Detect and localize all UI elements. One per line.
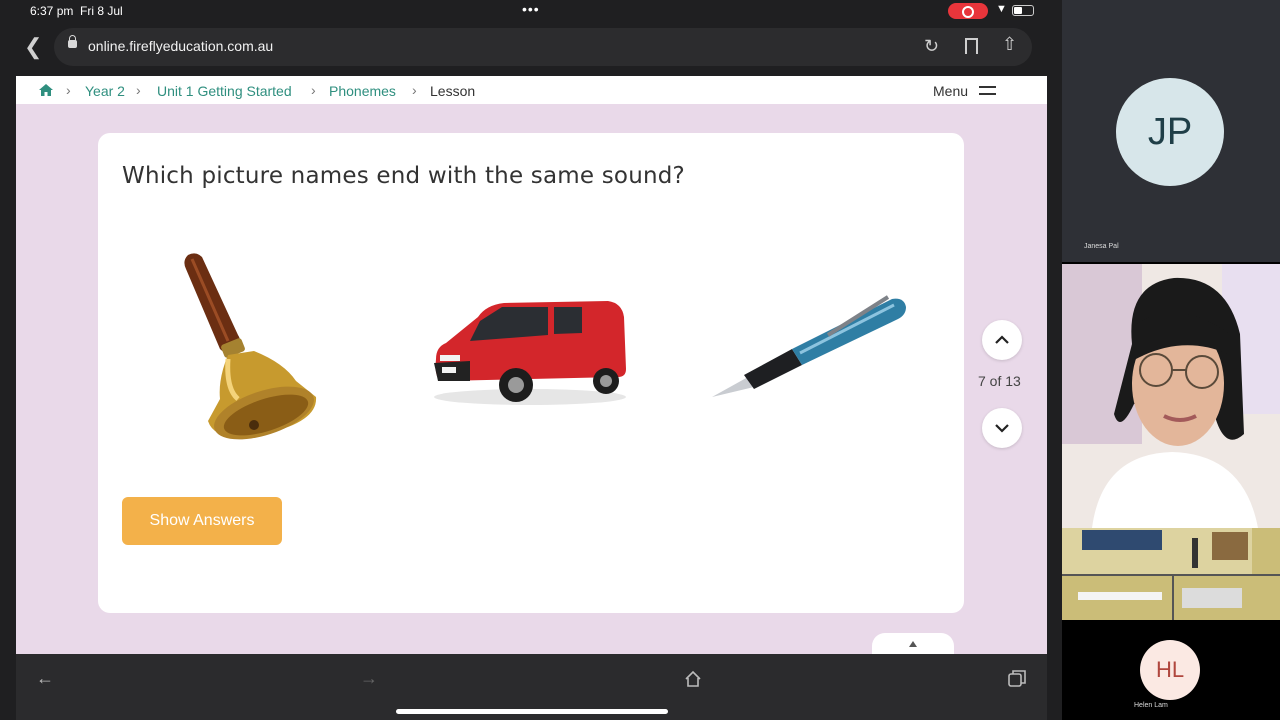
url-text[interactable]: online.fireflyeducation.com.au (88, 38, 273, 54)
participant-camera-tile[interactable] (1062, 264, 1280, 528)
video-call-panel: JP Janesa Pal HL Helen Lam (1062, 0, 1280, 720)
home-icon[interactable] (38, 83, 54, 97)
slide-counter: 7 of 13 (978, 373, 1021, 389)
chevron-right-icon: › (412, 82, 417, 98)
pen-picture (712, 295, 906, 397)
breadcrumb-year[interactable]: Year 2 (85, 83, 125, 99)
home-indicator[interactable] (396, 709, 668, 714)
bell-picture (184, 253, 317, 440)
reload-icon[interactable]: ↻ (924, 36, 939, 57)
chevron-down-icon (995, 424, 1009, 433)
classroom-camera-tile[interactable] (1062, 528, 1280, 620)
van-picture (434, 301, 626, 405)
multitask-dots-icon[interactable]: ••• (522, 1, 540, 17)
breadcrumb-unit[interactable]: Unit 1 Getting Started (157, 83, 292, 99)
menu-icon[interactable] (979, 86, 996, 95)
breadcrumb-phonemes[interactable]: Phonemes (329, 83, 396, 99)
collapse-tab[interactable] (872, 633, 954, 654)
lock-icon (68, 35, 77, 48)
breadcrumb: › Year 2 › Unit 1 Getting Started › Phon… (16, 76, 1047, 104)
camera-feed-image (1062, 264, 1280, 528)
battery-icon (1012, 5, 1034, 16)
classroom-feed-image (1062, 528, 1280, 620)
lesson-card: Which picture names end with the same so… (98, 133, 964, 613)
tabs-icon[interactable] (1008, 670, 1026, 688)
bookmark-icon[interactable] (965, 38, 978, 54)
forward-arrow-icon[interactable]: → (360, 668, 378, 689)
question-text: Which picture names end with the same so… (122, 163, 685, 189)
avatar: JP (1116, 78, 1224, 186)
back-icon[interactable]: ❮ (24, 34, 42, 60)
back-arrow-icon[interactable]: ← (36, 668, 54, 689)
status-time: 6:37 pm Fri 8 Jul (30, 4, 123, 18)
avatar[interactable]: HL (1140, 640, 1200, 700)
previous-slide-button[interactable] (982, 320, 1022, 360)
status-bar: 6:37 pm Fri 8 Jul ••• ▼ (0, 0, 1062, 22)
web-page: › Year 2 › Unit 1 Getting Started › Phon… (16, 76, 1047, 654)
breadcrumb-current: Lesson (430, 83, 476, 99)
ipad-screen: 6:37 pm Fri 8 Jul ••• ▼ ❮ online.firefly… (0, 0, 1062, 720)
chevron-up-icon (995, 335, 1009, 344)
show-answers-button[interactable]: Show Answers (122, 497, 282, 545)
chevron-right-icon: › (311, 82, 316, 98)
menu-label[interactable]: Menu (933, 83, 968, 99)
chevron-right-icon: › (136, 82, 141, 98)
participant-name: Janesa Pal (1084, 243, 1119, 250)
home-icon[interactable] (684, 670, 702, 688)
share-icon[interactable]: ⇧ (1002, 34, 1017, 55)
participant-name: Helen Lam (1134, 702, 1168, 709)
next-slide-button[interactable] (982, 408, 1022, 448)
wifi-icon: ▼ (996, 3, 1007, 15)
chevron-right-icon: › (66, 82, 71, 98)
participant-tile-jp[interactable]: JP Janesa Pal (1062, 0, 1280, 262)
screen-record-icon[interactable] (948, 3, 988, 19)
